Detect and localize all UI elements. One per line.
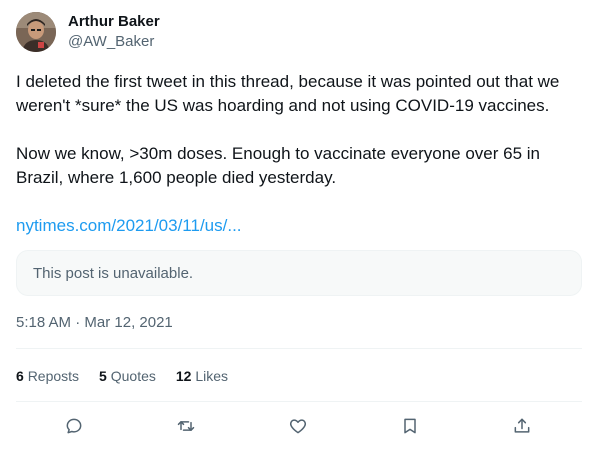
likes-stat[interactable]: 12 Likes [176, 366, 228, 386]
share-icon [514, 418, 530, 433]
tweet-text: I deleted the first tweet in this thread… [16, 70, 586, 190]
author-handle[interactable]: @AW_Baker [68, 32, 160, 52]
share-button[interactable] [508, 412, 536, 440]
reposts-count: 6 [16, 368, 24, 384]
divider [16, 401, 582, 402]
reposts-label: Reposts [27, 368, 80, 384]
author-display-name[interactable]: Arthur Baker [68, 12, 160, 32]
like-icon [289, 419, 307, 434]
timestamp-separator: · [71, 314, 85, 331]
likes-count: 12 [175, 368, 192, 384]
reply-icon [66, 418, 82, 434]
quotes-label: Quotes [110, 368, 156, 384]
reply-button[interactable] [60, 412, 88, 440]
unavailable-post-text: This post is unavailable. [33, 264, 194, 282]
author-names: Arthur Baker @AW_Baker [68, 12, 160, 52]
quotes-count: 5 [99, 368, 107, 384]
engagement-stats: 6 Reposts 5 Quotes 12 Likes [16, 366, 248, 386]
tweet-paragraph-1: I deleted the first tweet in this thread… [16, 72, 560, 115]
avatar[interactable] [16, 12, 56, 52]
action-bar [16, 412, 582, 440]
tweet-timestamp: 5:18 AM · Mar 12, 2021 [16, 313, 173, 333]
article-link[interactable]: nytimes.com/2021/03/11/us/... [16, 214, 242, 238]
unavailable-quoted-post: This post is unavailable. [16, 250, 582, 296]
reposts-stat[interactable]: 6 Reposts [16, 366, 79, 386]
bookmark-icon [404, 418, 416, 434]
repost-button[interactable] [172, 412, 200, 440]
like-button[interactable] [284, 412, 312, 440]
tweet-header: Arthur Baker @AW_Baker [16, 12, 160, 52]
repost-icon [177, 421, 195, 431]
tweet: Arthur Baker @AW_Baker I deleted the fir… [0, 0, 598, 449]
bookmark-button[interactable] [396, 412, 424, 440]
timestamp-time[interactable]: 5:18 AM [16, 314, 71, 331]
quotes-stat[interactable]: 5 Quotes [99, 366, 156, 386]
likes-label: Likes [195, 368, 229, 384]
avatar-photo-icon [16, 12, 56, 52]
tweet-paragraph-2: Now we know, >30m doses. Enough to vacci… [16, 144, 541, 187]
timestamp-date[interactable]: Mar 12, 2021 [84, 314, 172, 331]
divider [16, 348, 582, 349]
